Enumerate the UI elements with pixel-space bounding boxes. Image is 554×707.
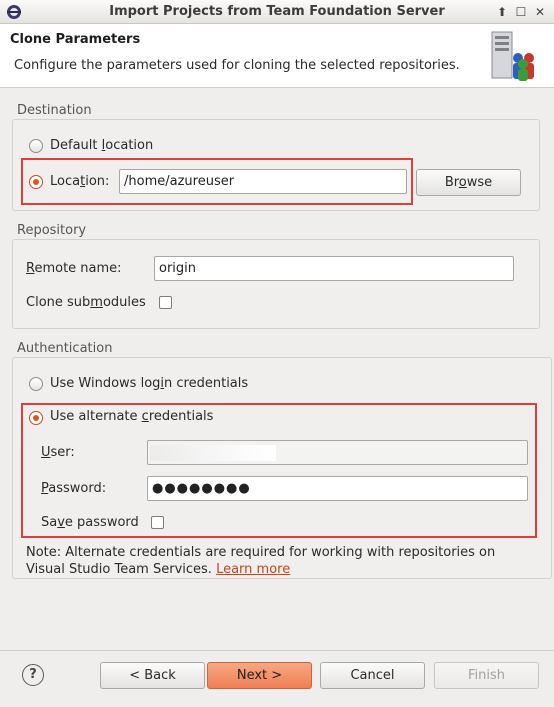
- learn-more-link[interactable]: Learn more: [216, 562, 290, 577]
- next-button[interactable]: Next >: [207, 662, 312, 689]
- page-description: Configure the parameters used for clonin…: [14, 58, 460, 73]
- remote-name-label: Remote name:: [26, 261, 122, 276]
- footer-separator: [0, 650, 554, 651]
- finish-button[interactable]: Finish: [434, 662, 539, 689]
- import-dialog: Import Projects from Team Foundation Ser…: [0, 0, 554, 707]
- alternate-credentials-radio[interactable]: [29, 411, 43, 425]
- wizard-header: Clone Parameters Configure the parameter…: [0, 24, 554, 88]
- alternate-credentials-note: Note: Alternate credentials are required…: [26, 544, 526, 578]
- password-input[interactable]: ●●●●●●●●: [147, 476, 528, 501]
- help-icon[interactable]: ?: [22, 664, 44, 686]
- title-bar: Import Projects from Team Foundation Ser…: [0, 0, 554, 24]
- windows-credentials-radio[interactable]: [29, 377, 43, 391]
- alternate-credentials-label: Use alternate credentials: [50, 409, 214, 424]
- location-radio[interactable]: [29, 175, 43, 189]
- maximize-icon[interactable]: ☐: [513, 4, 529, 20]
- close-icon[interactable]: ✕: [532, 4, 548, 20]
- default-location-label: Default location: [50, 138, 154, 153]
- restore-icon[interactable]: ⬆: [494, 4, 510, 20]
- windows-credentials-label: Use Windows login credentials: [50, 376, 249, 391]
- destination-group-label: Destination: [17, 103, 92, 118]
- window-title: Import Projects from Team Foundation Ser…: [109, 4, 445, 19]
- page-title: Clone Parameters: [10, 32, 141, 47]
- password-label: Password:: [41, 481, 107, 496]
- save-password-label: Save password: [41, 515, 139, 530]
- repository-group: [12, 239, 540, 329]
- remote-name-input[interactable]: origin: [154, 256, 514, 281]
- repository-group-label: Repository: [17, 223, 87, 238]
- authentication-group-label: Authentication: [17, 341, 113, 356]
- browse-button[interactable]: Browse: [416, 169, 521, 196]
- default-location-radio[interactable]: [29, 139, 43, 153]
- back-button[interactable]: < Back: [100, 662, 205, 689]
- clone-submodules-checkbox[interactable]: [159, 296, 172, 309]
- save-password-checkbox[interactable]: [151, 516, 164, 529]
- cancel-button[interactable]: Cancel: [320, 662, 425, 689]
- redacted-username: [150, 445, 276, 461]
- location-input[interactable]: /home/azureuser: [119, 169, 407, 194]
- user-label: User:: [41, 445, 75, 460]
- tfs-server-icon: [491, 31, 534, 81]
- location-label: Location:: [50, 174, 110, 189]
- clone-submodules-label: Clone submodules: [26, 295, 146, 310]
